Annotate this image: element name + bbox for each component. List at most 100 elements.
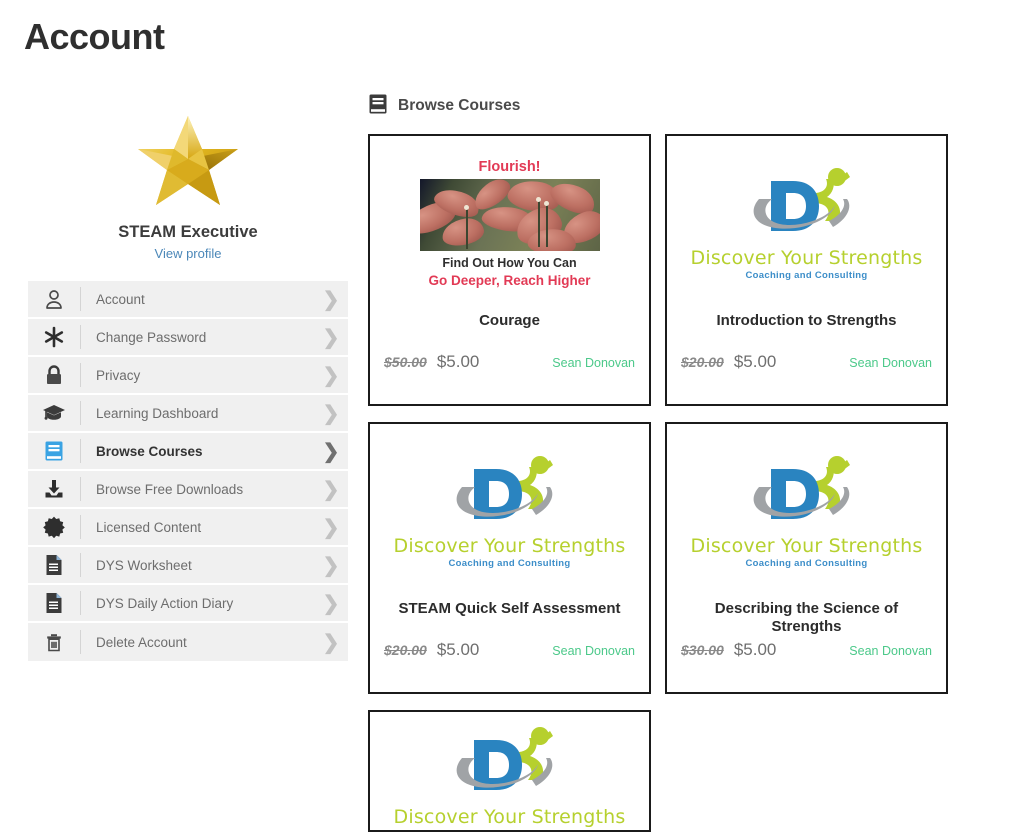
graduation-cap-icon (28, 394, 80, 432)
sidebar-item-label: Change Password (96, 329, 207, 345)
sidebar-item-account[interactable]: Account ❯ (28, 281, 348, 319)
book-icon (368, 93, 388, 120)
gold-star-avatar-icon (134, 112, 242, 212)
course-card[interactable]: Discover Your Strengths Coaching and Con… (368, 422, 651, 694)
person-icon (28, 280, 80, 318)
sidebar-item-privacy[interactable]: Privacy ❯ (28, 357, 348, 395)
dys-logo-mark (457, 727, 554, 790)
course-card[interactable]: Discover Your Strengths Coaching and Con… (665, 422, 948, 694)
sidebar-item-dys-worksheet[interactable]: DYS Worksheet ❯ (28, 547, 348, 585)
page-title: Account (24, 16, 165, 57)
course-title: STEAM Quick Self Assessment (398, 600, 621, 617)
sale-price: $5.00 (733, 352, 777, 371)
section-header: Browse Courses (368, 90, 968, 122)
original-price: $30.00 (681, 642, 724, 658)
chevron-right-icon: ❯ (322, 402, 340, 425)
chevron-right-icon: ❯ (322, 288, 340, 311)
course-card[interactable]: Flourish! Find Out How You Can Go Deeper… (368, 134, 651, 406)
original-price: $20.00 (384, 642, 427, 658)
course-card[interactable]: Discover Your Strengths (368, 710, 651, 832)
sidebar-item-delete-account[interactable]: Delete Account ❯ (28, 623, 348, 661)
asterisk-icon (28, 318, 80, 356)
browse-courses-panel: Browse Courses Flourish! Find Out How Yo… (368, 90, 968, 832)
course-thumbnail: Discover Your Strengths Coaching and Con… (384, 436, 635, 586)
sidebar-item-label: Browse Free Downloads (96, 481, 244, 497)
course-thumbnail: Discover Your Strengths Coaching and Con… (681, 148, 932, 298)
chevron-right-icon: ❯ (322, 326, 340, 349)
course-thumbnail: Discover Your Strengths Coaching and Con… (681, 436, 932, 586)
chevron-right-icon: ❯ (322, 631, 340, 654)
flower-photo (419, 178, 600, 251)
logo-wordmark: Discover Your Strengths (393, 535, 626, 557)
profile-name: STEAM Executive (118, 223, 258, 241)
course-title: Courage (479, 312, 540, 329)
chevron-right-icon: ❯ (322, 592, 340, 615)
logo-wordmark: Discover Your Strengths (690, 247, 923, 269)
lock-icon (28, 356, 80, 394)
course-thumbnail: Discover Your Strengths (384, 724, 635, 828)
course-author: Sean Donovan (849, 356, 932, 370)
course-title: Describing the Science of Strengths (714, 600, 899, 636)
logo-wordmark: Discover Your Strengths (393, 806, 626, 828)
discover-your-strengths-logo: Discover Your Strengths Coaching and Con… (691, 165, 923, 281)
discover-your-strengths-logo: Discover Your Strengths Coaching and Con… (394, 453, 626, 569)
sidebar-item-label: Privacy (96, 367, 141, 383)
dys-logo-mark (457, 456, 554, 519)
chevron-right-icon: ❯ (322, 478, 340, 501)
sidebar-item-dys-daily-action-diary[interactable]: DYS Daily Action Diary ❯ (28, 585, 348, 623)
course-card-grid: Flourish! Find Out How You Can Go Deeper… (368, 134, 968, 832)
promo-headline: Flourish! (478, 158, 541, 175)
logo-tagline: Coaching and Consulting (745, 270, 868, 281)
document-icon (28, 546, 80, 584)
course-title: Introduction to Strengths (716, 312, 897, 329)
document-icon (28, 584, 80, 622)
course-pricing: $20.00 $5.00 Sean Donovan (384, 640, 635, 682)
sidebar-item-change-password[interactable]: Change Password ❯ (28, 319, 348, 357)
course-thumbnail: Flourish! Find Out How You Can Go Deeper… (384, 148, 635, 298)
dys-logo-mark (754, 456, 851, 519)
sale-price: $5.00 (436, 640, 480, 659)
sidebar-item-label: Learning Dashboard (96, 405, 219, 421)
sale-price: $5.00 (436, 352, 480, 371)
discover-your-strengths-logo: Discover Your Strengths Coaching and Con… (691, 453, 923, 569)
sidebar-item-label: Licensed Content (96, 519, 202, 535)
logo-wordmark: Discover Your Strengths (690, 535, 923, 557)
account-menu: Account ❯ Change Password ❯ Privacy ❯ Le… (28, 281, 348, 661)
logo-tagline: Coaching and Consulting (745, 558, 868, 569)
sidebar-item-label: Delete Account (96, 634, 187, 650)
chevron-right-icon: ❯ (322, 364, 340, 387)
sale-price: $5.00 (733, 640, 777, 659)
sidebar-item-label: Browse Courses (96, 443, 203, 459)
discover-your-strengths-logo: Discover Your Strengths (394, 724, 626, 828)
chevron-right-icon: ❯ (322, 554, 340, 577)
sidebar-item-learning-dashboard[interactable]: Learning Dashboard ❯ (28, 395, 348, 433)
account-sidebar: STEAM Executive View profile Account ❯ C… (28, 90, 348, 661)
original-price: $20.00 (681, 354, 724, 370)
dys-logo-mark (754, 168, 851, 231)
course-author: Sean Donovan (849, 644, 932, 658)
sidebar-item-browse-free-downloads[interactable]: Browse Free Downloads ❯ (28, 471, 348, 509)
logo-tagline: Coaching and Consulting (448, 558, 571, 569)
sidebar-item-label: DYS Daily Action Diary (96, 595, 234, 611)
course-author: Sean Donovan (552, 356, 635, 370)
sidebar-item-licensed-content[interactable]: Licensed Content ❯ (28, 509, 348, 547)
page-layout: STEAM Executive View profile Account ❯ C… (0, 90, 1024, 832)
badge-seal-icon (28, 508, 80, 546)
download-icon (28, 470, 80, 508)
chevron-right-icon: ❯ (322, 516, 340, 539)
course-pricing: $20.00 $5.00 Sean Donovan (681, 352, 932, 394)
course-card[interactable]: Discover Your Strengths Coaching and Con… (665, 134, 948, 406)
course-author: Sean Donovan (552, 644, 635, 658)
view-profile-link[interactable]: View profile (28, 246, 348, 261)
trash-icon (28, 623, 80, 661)
promo-subline-2: Go Deeper, Reach Higher (428, 272, 591, 288)
sidebar-item-label: DYS Worksheet (96, 557, 192, 573)
sidebar-item-browse-courses[interactable]: Browse Courses ❯ (28, 433, 348, 471)
sidebar-item-label: Account (96, 291, 145, 307)
course-pricing: $30.00 $5.00 Sean Donovan (681, 640, 932, 682)
chevron-right-icon: ❯ (322, 440, 340, 463)
promo-subline-1: Find Out How You Can (442, 255, 577, 270)
course-pricing: $50.00 $5.00 Sean Donovan (384, 352, 635, 394)
book-icon (28, 432, 80, 470)
original-price: $50.00 (384, 354, 427, 370)
